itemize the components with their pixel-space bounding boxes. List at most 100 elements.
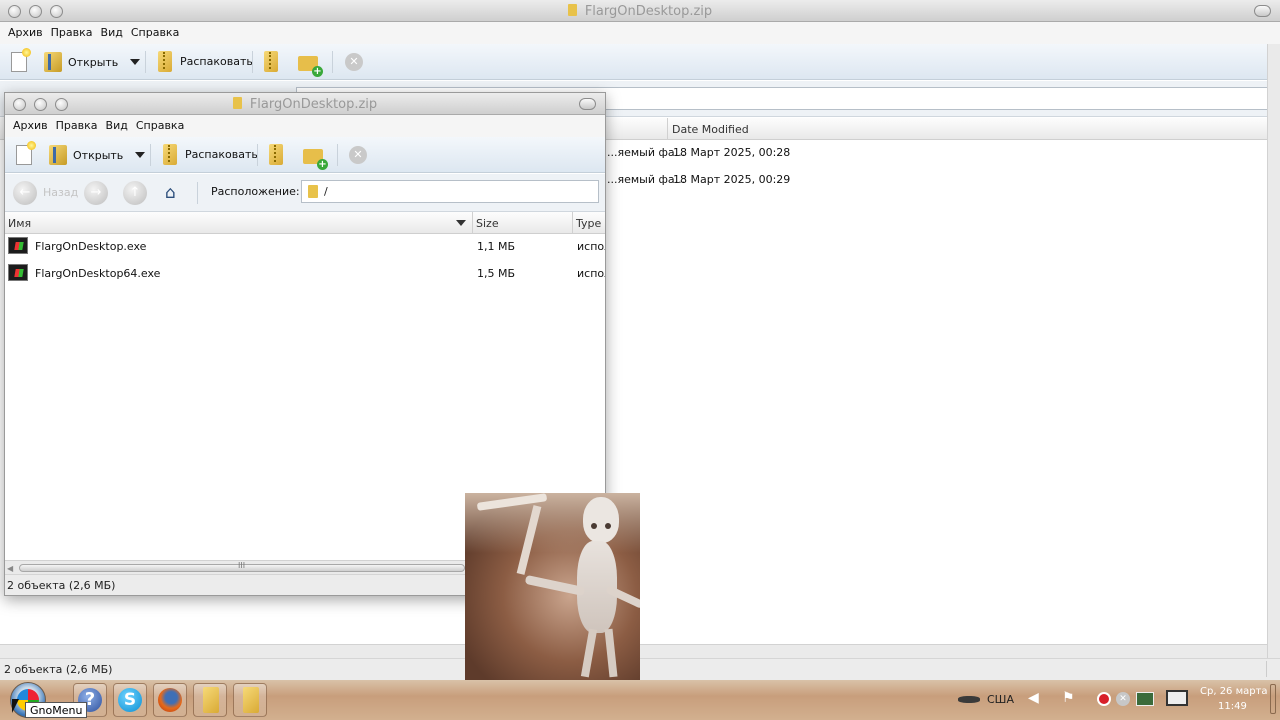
back-statusbar: 2 объекта (2,6 МБ) [0,658,1280,680]
new-archive-icon [16,141,36,165]
file-size: 1,1 МБ [477,240,516,253]
forward-button[interactable]: → [84,181,108,205]
video-creature-leg [580,628,598,678]
archive-icon [232,97,242,109]
column-name[interactable]: Имя [8,217,31,230]
chevron-down-icon[interactable] [135,152,146,158]
back-button[interactable]: ← [13,181,37,205]
image-icon[interactable] [1136,692,1154,706]
video-creature-eye [591,523,597,529]
menu-edit[interactable]: Правка [56,119,98,132]
new-archive-icon [11,48,31,72]
taskbar-skype[interactable]: S [113,683,147,717]
add-folder-button[interactable] [298,56,323,77]
menu-help[interactable]: Справка [131,26,179,39]
list-item[interactable]: FlargOnDesktop64.exe 1,5 МБ испол [5,261,605,288]
close-circle-icon[interactable]: ✕ [1116,692,1130,706]
open-button[interactable]: Открыть [44,52,141,72]
home-button[interactable]: ⌂ [165,183,185,203]
flag-icon[interactable]: ⚑ [1062,690,1075,706]
location-input[interactable]: / [301,180,599,203]
back-status-text: 2 объекта (2,6 МБ) [4,663,113,676]
stop-button[interactable]: ✕ [345,53,363,71]
menu-help[interactable]: Справка [136,119,184,132]
arrow-up-icon: ↑ [129,185,141,200]
network-icon[interactable] [1166,690,1188,706]
add-files-icon [269,144,283,165]
open-button[interactable]: Открыть [49,145,146,165]
add-files-button[interactable] [264,51,286,72]
extract-button[interactable]: Распаковать [163,144,258,165]
skype-icon: S [118,688,142,712]
stop-button[interactable]: ✕ [349,146,367,164]
record-icon[interactable] [1097,692,1111,706]
add-files-icon [264,51,278,72]
show-desktop-button[interactable] [1270,684,1276,714]
front-menubar: Архив Правка Вид Справка [5,115,605,137]
sort-descending-icon[interactable] [456,220,466,226]
row-date: 18 Март 2025, 00:28 [673,146,791,159]
front-titlebar[interactable]: FlargOnDesktop.zip [5,93,605,115]
arrow-left-icon: ← [19,185,31,200]
firefox-icon [158,688,182,712]
taskbar-firefox[interactable] [153,683,187,717]
row-date: 18 Март 2025, 00:29 [673,173,791,186]
arrow-right-icon: → [90,185,102,200]
video-overlay [465,493,640,680]
extract-button[interactable]: Распаковать [158,51,253,72]
back-menubar: Архив Правка Вид Справка [0,22,1280,44]
chevron-down-icon[interactable] [130,59,141,65]
video-creature-eye [605,523,611,529]
add-folder-button[interactable] [303,149,328,170]
keyboard-icon [958,696,980,703]
column-size[interactable]: Size [476,217,499,230]
menu-edit[interactable]: Правка [51,26,93,39]
video-creature-head [583,497,619,543]
column-type[interactable]: Type [576,217,601,230]
mouse-cursor [12,699,19,713]
back-window-title-wrap: FlargOnDesktop.zip [0,4,1280,19]
column-date-modified[interactable]: Date Modified [672,123,749,136]
menu-archive[interactable]: Архив [13,119,48,132]
up-button[interactable]: ↑ [123,181,147,205]
file-name: FlargOnDesktop.exe [35,240,147,253]
scrollbar-thumb[interactable]: III [19,561,465,572]
list-item[interactable]: FlargOnDesktop.exe 1,1 МБ испол [5,234,605,261]
extract-label: Распаковать [180,55,253,68]
clock-time[interactable]: 11:49 [1218,701,1247,712]
menu-archive[interactable]: Архив [8,26,43,39]
back-window-title: FlargOnDesktop.zip [584,4,713,19]
back-vertical-scrollbar[interactable] [1267,44,1280,658]
resize-grip[interactable] [1266,661,1278,677]
toolbar-separator [252,51,253,73]
back-zoom-button[interactable] [1254,5,1271,17]
toolbar-separator [150,144,151,166]
taskbar-archive-2[interactable] [233,683,267,717]
scroll-grip: III [238,561,246,570]
system-tray: США ◀ ⚑ ✕ Ср, 26 марта 11:49 [958,680,1280,720]
extract-label: Распаковать [185,148,258,161]
new-archive-button[interactable] [11,48,31,72]
scroll-left-arrow-icon[interactable]: ◀ [7,564,13,573]
front-window-title-wrap: FlargOnDesktop.zip [5,97,605,112]
menu-view[interactable]: Вид [101,26,123,39]
open-icon [44,52,62,72]
taskbar-archive-1[interactable] [193,683,227,717]
archive-manager-icon [243,687,259,713]
file-type: испол [577,240,605,253]
stop-icon: ✕ [349,146,367,164]
file-type: испол [577,267,605,280]
front-zoom-button[interactable] [579,98,596,110]
volume-icon[interactable]: ◀ [1028,690,1039,706]
back-label: Назад [43,186,79,199]
menu-view[interactable]: Вид [106,119,128,132]
new-archive-button[interactable] [16,141,36,165]
back-titlebar[interactable]: FlargOnDesktop.zip [0,0,1280,22]
toolbar-separator [145,51,146,73]
add-files-button[interactable] [269,144,291,165]
clock-date[interactable]: Ср, 26 марта [1200,686,1268,697]
keyboard-layout[interactable]: США [987,693,1014,706]
start-tooltip: GnoMenu [25,702,88,718]
front-location-bar: ← Назад → ↑ ⌂ Расположение: / [5,174,605,212]
archive-manager-icon [203,687,219,713]
